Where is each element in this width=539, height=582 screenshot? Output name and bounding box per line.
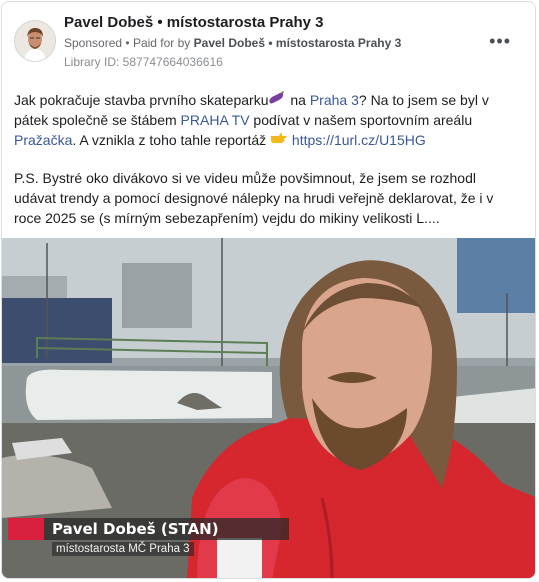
author-name[interactable]: Pavel Dobeš • místostarosta Prahy 3	[64, 14, 324, 31]
caption-name: Pavel Dobeš (STAN)	[52, 520, 219, 538]
ad-card: Pavel Dobeš • místostarosta Prahy 3 Spon…	[1, 1, 536, 579]
report-url-link[interactable]: https://1url.cz/U15HG	[292, 132, 426, 148]
post-paragraph-1: Jak pokračuje stavba prvního skateparku …	[14, 90, 489, 150]
post-text: Jak pokračuje stavba prvního skateparku …	[14, 90, 521, 228]
video-thumbnail[interactable]: Pavel Dobeš (STAN) místostarosta MČ Prah…	[2, 238, 535, 578]
profile-avatar[interactable]	[14, 20, 56, 62]
caption-role: místostarosta MČ Praha 3	[52, 542, 194, 556]
page-link-praha-tv[interactable]: PRAHA TV	[181, 112, 250, 128]
post-header: Pavel Dobeš • místostarosta Prahy 3 Spon…	[14, 14, 523, 74]
more-options-icon[interactable]: •••	[489, 32, 511, 50]
pointing-hand-emoji	[270, 130, 288, 150]
paid-by-name[interactable]: Pavel Dobeš • místostarosta Prahy 3	[194, 36, 402, 50]
sponsored-label: Sponsored	[64, 36, 123, 50]
praha-tv-logo	[8, 518, 44, 540]
sponsored-line: Sponsored • Paid for by Pavel Dobeš • mí…	[64, 36, 402, 50]
page-link-prazacka[interactable]: Pražačka	[14, 132, 72, 148]
paid-for-prefix: Paid for by	[132, 36, 191, 50]
hashtag-link-praha-3[interactable]: Praha 3	[310, 92, 359, 108]
post-paragraph-2: P.S. Bystré oko divákovo si ve videu můž…	[14, 170, 494, 226]
library-id: Library ID: 587747664036616	[64, 55, 223, 69]
eggplant-emoji	[268, 90, 286, 110]
